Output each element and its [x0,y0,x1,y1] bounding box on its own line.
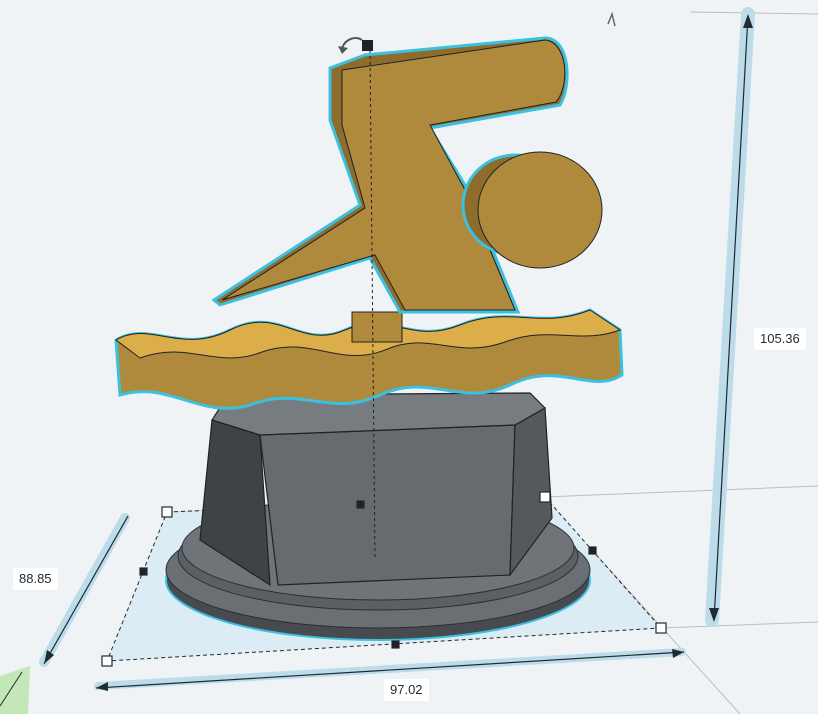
rotate-arrow-icon[interactable] [338,37,373,54]
trophy-base[interactable] [165,392,591,641]
edge-handle[interactable] [139,567,148,576]
height-dimension-label[interactable]: 105.36 [754,328,806,350]
edge-handle[interactable] [391,640,400,649]
swimmer-post [351,311,403,343]
scene-canvas[interactable] [0,0,818,714]
corner-handle[interactable] [655,622,667,634]
3d-viewport[interactable]: 105.36 88.85 97.02 [0,0,818,714]
corner-handle[interactable] [161,506,173,518]
corner-handle[interactable] [539,491,551,503]
corner-handle[interactable] [101,655,113,667]
lift-cone-icon[interactable] [607,11,616,27]
edge-handle[interactable] [588,546,597,555]
height-dimension[interactable] [705,7,755,627]
axis-indicator [0,666,30,714]
depth-dimension-label[interactable]: 88.85 [13,568,58,590]
width-dimension-label[interactable]: 97.02 [384,679,429,701]
edge-handle[interactable] [356,500,365,509]
